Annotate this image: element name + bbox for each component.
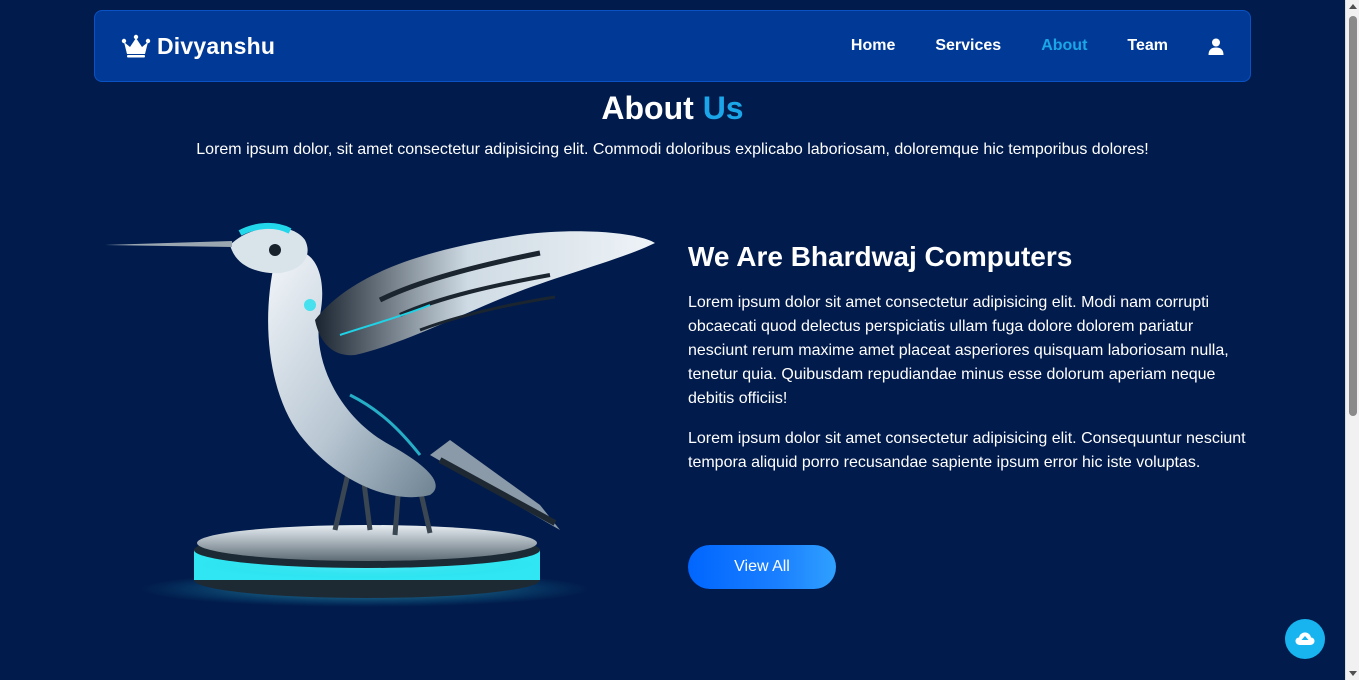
nav-link-home[interactable]: Home bbox=[851, 37, 895, 55]
nav-links: Home Services About Team bbox=[811, 37, 1224, 55]
page: Divyanshu Home Services About Team About… bbox=[0, 0, 1359, 680]
nav-link-team[interactable]: Team bbox=[1127, 37, 1168, 55]
section-subtitle: Lorem ipsum dolor, sit amet consectetur … bbox=[196, 141, 1149, 158]
section-title-main: About bbox=[601, 90, 694, 126]
navbar: Divyanshu Home Services About Team bbox=[94, 10, 1251, 82]
scroll-thumb[interactable] bbox=[1349, 16, 1357, 416]
crown-icon bbox=[121, 34, 151, 58]
about-heading: We Are Bhardwaj Computers bbox=[688, 241, 1073, 272]
about-paragraph-1: Lorem ipsum dolor sit amet consectetur a… bbox=[688, 294, 1229, 407]
section-title-accent: Us bbox=[702, 90, 744, 126]
nav-link-about[interactable]: About bbox=[1041, 37, 1087, 55]
user-icon[interactable] bbox=[1208, 38, 1224, 55]
nav-link-services[interactable]: Services bbox=[935, 37, 1001, 55]
scroll-up-arrow-icon[interactable] bbox=[1349, 4, 1357, 9]
brand[interactable]: Divyanshu bbox=[121, 33, 275, 60]
scroll-down-arrow-icon[interactable] bbox=[1349, 671, 1357, 676]
brand-name: Divyanshu bbox=[157, 32, 276, 59]
section-title: About Us bbox=[0, 90, 1345, 127]
view-all-button[interactable]: View All bbox=[688, 545, 836, 589]
cloud-upload-icon bbox=[1295, 632, 1315, 645]
robot-hummingbird-image bbox=[105, 223, 655, 607]
about-paragraph-2: Lorem ipsum dolor sit amet consectetur a… bbox=[688, 430, 1246, 471]
page-scrollbar[interactable] bbox=[1345, 0, 1359, 680]
back-to-top-button[interactable] bbox=[1285, 619, 1325, 659]
